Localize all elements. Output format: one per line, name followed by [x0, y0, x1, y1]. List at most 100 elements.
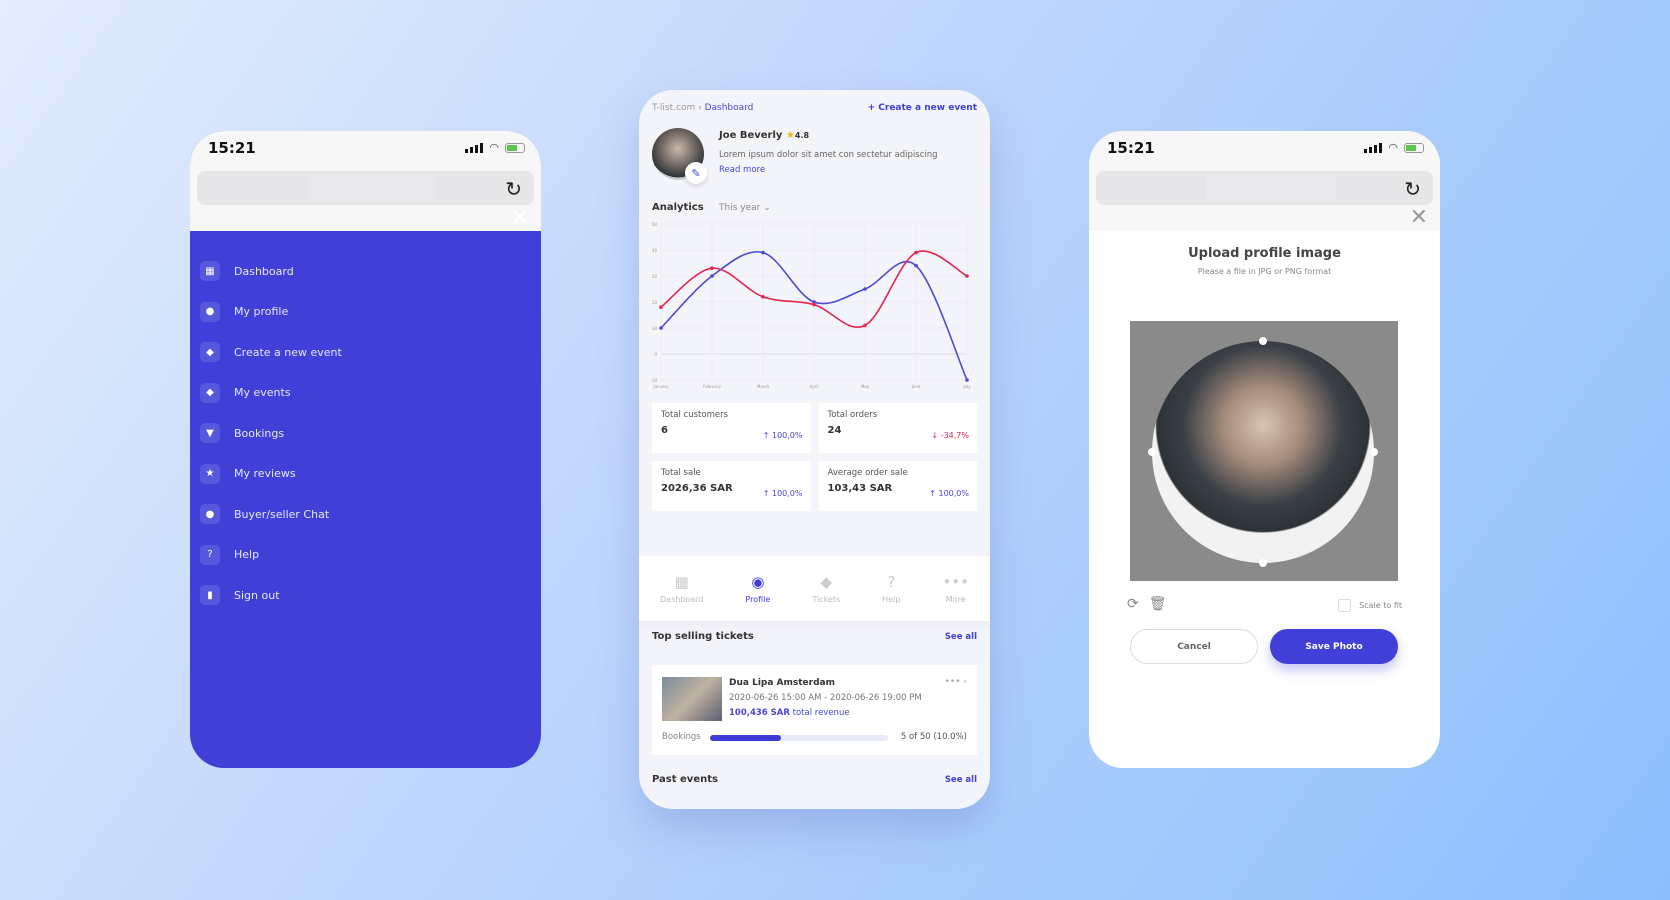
top-selling-see-all[interactable]: See all: [945, 632, 977, 642]
menu-item[interactable]: ★ My reviews: [200, 454, 342, 495]
menu-item-label: My reviews: [234, 467, 296, 481]
tab-tickets[interactable]: ◆ Tickets: [812, 573, 840, 604]
tab-icon: ◉: [751, 573, 765, 591]
read-more-link[interactable]: Read more: [719, 165, 765, 175]
upload-subtitle: Please a file in JPG or PNG format: [1197, 267, 1332, 276]
menu-item-label: My events: [234, 386, 291, 400]
x-tick-label: April: [809, 384, 818, 389]
reload-icon[interactable]: ↻: [505, 177, 522, 201]
tab-dashboard[interactable]: ▦ Dashboard: [660, 573, 703, 604]
menu-item-label: Sign out: [234, 588, 280, 602]
menu-item[interactable]: ▼ Bookings: [200, 413, 342, 454]
create-event-link[interactable]: + Create a new event: [868, 103, 977, 113]
save-photo-button[interactable]: Save Photo: [1270, 629, 1398, 664]
y-tick-label: 40: [652, 248, 658, 253]
tab-help[interactable]: ? Help: [882, 573, 900, 604]
chat-icon: ●: [200, 504, 220, 525]
bookings-label: Bookings: [662, 732, 701, 742]
event-revenue: 100,436 SAR total revenue: [729, 708, 850, 718]
status-icons: ◠: [1364, 141, 1424, 154]
past-events-see-all[interactable]: See all: [945, 775, 977, 785]
bookings-progress: [710, 735, 888, 741]
stat-label: Total sale: [661, 468, 701, 478]
menu-item[interactable]: ◆ Create a new event: [200, 332, 342, 373]
rotate-icon[interactable]: ⟳: [1127, 596, 1139, 612]
url-bar[interactable]: ↻: [197, 171, 534, 205]
data-point: [659, 305, 663, 309]
crop-circle[interactable]: [1152, 341, 1374, 563]
url-bar[interactable]: ↻: [1096, 171, 1433, 205]
scale-to-fit[interactable]: Scale to fit: [1338, 599, 1402, 612]
data-point: [863, 323, 867, 328]
tab-icon: ▦: [674, 573, 689, 591]
status-time: 15:21: [208, 139, 256, 157]
y-tick-label: 10: [652, 326, 658, 331]
user-bio: Lorem ipsum dolor sit amet con sectetur …: [719, 150, 938, 160]
close-menu-icon[interactable]: ✕: [511, 206, 529, 231]
ticket-icon: ◆: [200, 342, 220, 363]
side-menu: ▦ Dashboard ● My profile ◆ Create a new event…: [200, 251, 342, 616]
data-point: [761, 295, 765, 299]
tab-more[interactable]: ••• More: [942, 573, 969, 604]
crop-handle-bottom[interactable]: [1259, 559, 1267, 567]
analytics-chart: -10 0 10 20 30 40 50 January February March April M…: [650, 222, 971, 389]
breadcrumb-root[interactable]: T-list.com: [652, 103, 695, 113]
y-tick-label: 30: [652, 274, 658, 279]
star-icon: ★: [785, 130, 795, 141]
crop-handle-top[interactable]: [1259, 337, 1267, 345]
crop-handle-left[interactable]: [1148, 448, 1156, 456]
tab-label: More: [945, 595, 966, 604]
bookings-icon: ▼: [200, 423, 220, 444]
menu-item[interactable]: ? Help: [200, 535, 342, 576]
tab-icon: ?: [887, 573, 896, 591]
more-chevron-icon[interactable]: ••• ›: [945, 677, 967, 687]
data-point: [914, 263, 918, 268]
browser-chrome: 15:21 ◠ ↻: [190, 131, 541, 231]
menu-item[interactable]: ● My profile: [200, 292, 342, 333]
period-dropdown[interactable]: This year ⌄: [719, 203, 771, 213]
event-dates: 2020-06-26 15:00 AM - 2020-06-26 19:00 P…: [729, 693, 922, 703]
y-tick-label: -10: [650, 378, 657, 383]
stat-label: Total customers: [661, 410, 729, 420]
data-point: [710, 266, 714, 270]
signal-icon: [1364, 142, 1383, 153]
breadcrumb: T-list.com › Dashboard: [652, 103, 754, 113]
upload-title: Upload profile image: [1188, 246, 1341, 261]
menu-item[interactable]: ▮ Sign out: [200, 575, 342, 616]
tab-label: Profile: [745, 595, 771, 604]
menu-phone: 15:21 ◠ ↻ ✕ ▦ Dashboard ● My profile ◆ Create…: [190, 131, 541, 768]
profile-icon: ●: [200, 301, 220, 322]
signal-icon: [465, 142, 484, 153]
ticket-icon: ◆: [200, 382, 220, 403]
close-dialog-icon[interactable]: ✕: [1410, 205, 1428, 230]
ticket-card[interactable]: Dua Lipa Amsterdam 2020-06-26 15:00 AM -…: [652, 665, 977, 755]
scale-checkbox[interactable]: [1338, 599, 1352, 612]
stat-label: Average order sale: [827, 468, 908, 478]
trash-icon[interactable]: 🗑: [1149, 596, 1167, 612]
data-point: [863, 287, 867, 291]
menu-item[interactable]: ▦ Dashboard: [200, 251, 342, 292]
tab-profile[interactable]: ◉ Profile: [745, 573, 770, 604]
user-name-row: Joe Beverly ★4.8: [719, 130, 809, 141]
data-point: [965, 378, 969, 382]
menu-item-label: My profile: [234, 305, 289, 319]
menu-item[interactable]: ◆ My events: [200, 373, 342, 414]
user-name: Joe Beverly: [719, 130, 783, 141]
menu-item-label: Help: [234, 548, 260, 562]
tab-label: Dashboard: [660, 595, 704, 604]
stat-label: Total orders: [827, 410, 878, 420]
menu-item-label: Create a new event: [234, 345, 342, 359]
menu-item[interactable]: ● Buyer/seller Chat: [200, 494, 342, 535]
breadcrumb-current[interactable]: Dashboard: [705, 103, 754, 113]
crop-area[interactable]: [1130, 321, 1398, 581]
past-events-title: Past events: [652, 774, 718, 785]
edit-pencil-icon[interactable]: ✎: [685, 162, 707, 184]
tab-icon: •••: [942, 573, 969, 591]
y-tick-label: 50: [652, 222, 658, 227]
crop-handle-right[interactable]: [1370, 448, 1378, 456]
cancel-button[interactable]: Cancel: [1130, 629, 1258, 664]
reload-icon[interactable]: ↻: [1404, 177, 1421, 201]
status-icons: ◠: [465, 141, 525, 154]
stat-delta: ↑ 100,0%: [762, 489, 803, 498]
bookings-count: 5 of 50 (10.0%): [900, 732, 967, 742]
